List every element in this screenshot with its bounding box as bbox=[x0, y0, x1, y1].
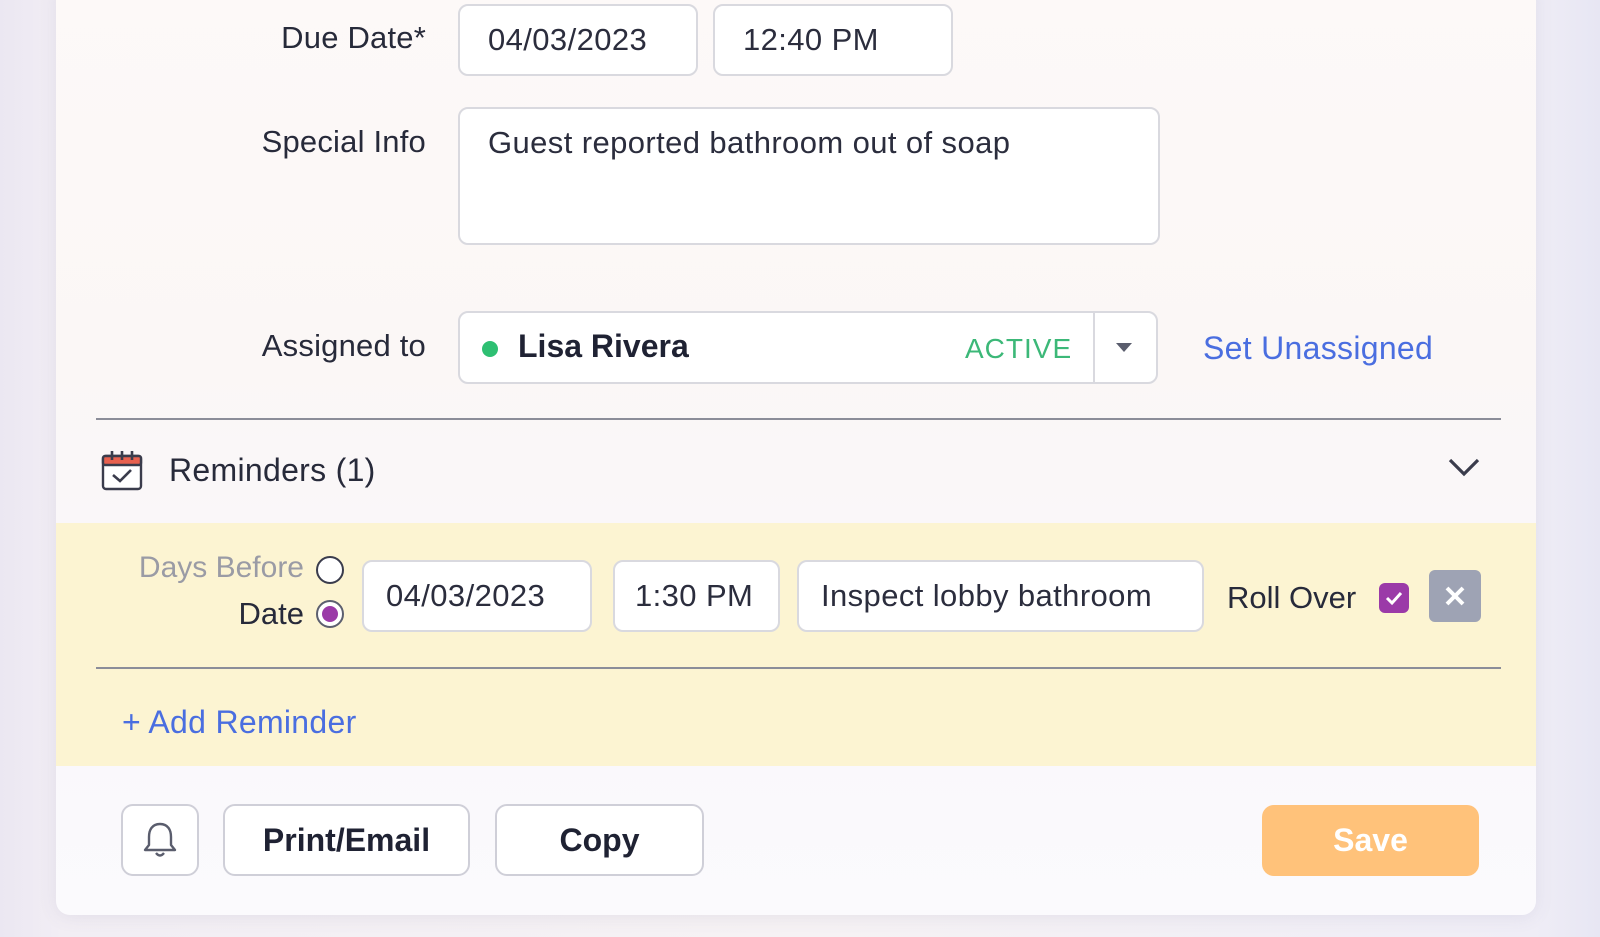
add-reminder-link[interactable]: + Add Reminder bbox=[122, 704, 357, 741]
close-icon bbox=[1445, 586, 1465, 606]
reminder-time-input[interactable]: 1:30 PM bbox=[613, 560, 780, 632]
remove-reminder-button[interactable] bbox=[1429, 570, 1481, 622]
special-info-textarea[interactable]: Guest reported bathroom out of soap bbox=[458, 107, 1160, 245]
set-unassigned-link[interactable]: Set Unassigned bbox=[1203, 330, 1433, 367]
assignee-select[interactable]: Lisa Rivera ACTIVE bbox=[458, 311, 1158, 384]
reminder-date-input[interactable]: 04/03/2023 bbox=[362, 560, 592, 632]
section-divider bbox=[96, 418, 1501, 420]
roll-over-label: Roll Over bbox=[1227, 580, 1357, 615]
print-email-button[interactable]: Print/Email bbox=[223, 804, 470, 876]
roll-over-checkbox[interactable] bbox=[1379, 583, 1409, 613]
calendar-check-icon bbox=[101, 450, 143, 492]
chevron-down-icon[interactable] bbox=[1447, 455, 1481, 479]
days-before-label: Days Before bbox=[138, 551, 304, 584]
caret-down-icon[interactable] bbox=[1116, 343, 1132, 352]
reminders-title: Reminders (1) bbox=[169, 452, 376, 488]
select-divider bbox=[1093, 313, 1095, 382]
copy-button[interactable]: Copy bbox=[495, 804, 704, 876]
assignee-status-badge: ACTIVE bbox=[965, 333, 1073, 364]
save-button[interactable]: Save bbox=[1262, 805, 1479, 876]
special-info-label: Special Info bbox=[261, 124, 426, 159]
due-date-label: Due Date* bbox=[281, 20, 426, 55]
reminder-divider bbox=[96, 667, 1501, 669]
assigned-to-label: Assigned to bbox=[261, 328, 426, 363]
due-time-input[interactable]: 12:40 PM bbox=[713, 4, 953, 76]
reminder-note-input[interactable]: Inspect lobby bathroom bbox=[797, 560, 1204, 632]
due-date-input[interactable]: 04/03/2023 bbox=[458, 4, 698, 76]
bell-icon bbox=[143, 822, 177, 857]
notifications-button[interactable] bbox=[121, 804, 199, 876]
check-icon bbox=[1385, 591, 1403, 606]
date-mode-label: Date bbox=[238, 596, 304, 631]
date-mode-radio[interactable] bbox=[316, 600, 344, 628]
assignee-name: Lisa Rivera bbox=[518, 328, 689, 364]
status-dot bbox=[482, 341, 498, 357]
days-before-radio[interactable] bbox=[316, 556, 344, 584]
